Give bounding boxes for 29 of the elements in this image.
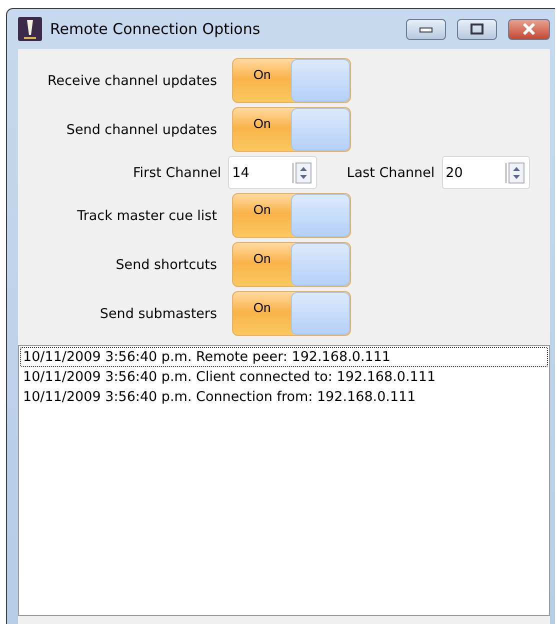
log-entry[interactable]: 10/11/2009 3:56:40 p.m. Remote peer: 192.168.0.111 [20, 347, 548, 367]
field-label: Last Channel [346, 164, 436, 180]
toggle-switch[interactable]: On [232, 242, 351, 287]
app-icon [18, 17, 42, 41]
toggle-switch[interactable]: On [232, 107, 351, 152]
toggle-switch[interactable]: On [232, 193, 351, 238]
option-label: Send channel updates [65, 122, 218, 138]
spin-arrows-icon[interactable] [292, 162, 312, 184]
spin-arrows-icon[interactable] [505, 162, 525, 184]
number-field[interactable]: 14 [229, 164, 292, 180]
minimize-button[interactable] [406, 18, 446, 40]
option-label: Receive channel updates [46, 72, 218, 88]
minimize-icon [419, 25, 433, 33]
window-title: Remote Connection Options [50, 20, 262, 38]
log-entry[interactable]: 10/11/2009 3:56:40 p.m. Client connected to: 192.168.0.111 [20, 367, 548, 387]
field-label: First Channel [132, 164, 222, 180]
maximize-button[interactable] [457, 18, 497, 40]
number-field[interactable]: 20 [442, 164, 505, 180]
toggle-switch[interactable]: On [232, 58, 351, 103]
spin-field[interactable]: 14 [228, 156, 316, 189]
option-label: Send submasters [98, 306, 218, 322]
close-icon [522, 23, 536, 35]
option-label: Send shortcuts [114, 256, 218, 272]
option-label: Track master cue list [76, 208, 218, 224]
maximize-icon [470, 23, 484, 35]
close-button[interactable] [508, 18, 550, 40]
spin-field[interactable]: 20 [442, 156, 530, 189]
toggle-switch[interactable]: On [232, 291, 351, 336]
log-entry[interactable]: 10/11/2009 3:56:40 p.m. Connection from: 192.168.0.111 [20, 387, 548, 407]
